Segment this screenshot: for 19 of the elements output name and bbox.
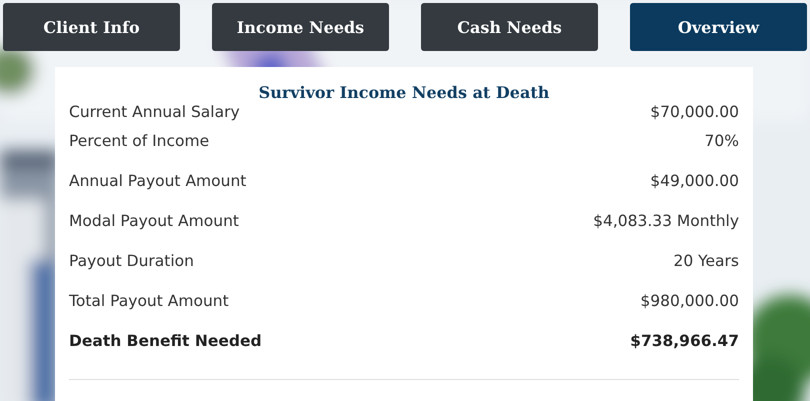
row-value: $70,000.00 (650, 103, 739, 121)
row-label: Death Benefit Needed (69, 332, 262, 350)
tab[interactable]: Income Needs (212, 3, 389, 51)
row-value: $49,000.00 (650, 172, 739, 190)
row-label: Payout Duration (69, 252, 194, 270)
row-label: Annual Payout Amount (69, 172, 246, 190)
row-value: $980,000.00 (640, 292, 739, 310)
tab[interactable]: Client Info (3, 3, 180, 51)
row-label: Percent of Income (69, 132, 210, 150)
row-label: Total Payout Amount (69, 292, 229, 310)
tab[interactable]: Cash Needs (421, 3, 598, 51)
row-label: Modal Payout Amount (69, 212, 239, 230)
row-label: Current Annual Salary (69, 103, 240, 121)
row-value: $738,966.47 (630, 332, 739, 350)
row-value: $4,083.33 Monthly (593, 212, 739, 230)
tab[interactable]: Overview (630, 3, 807, 51)
row-value: 20 Years (673, 252, 739, 270)
row-value: 70% (704, 132, 739, 150)
section-title: Survivor Income Needs at Death (258, 83, 550, 103)
